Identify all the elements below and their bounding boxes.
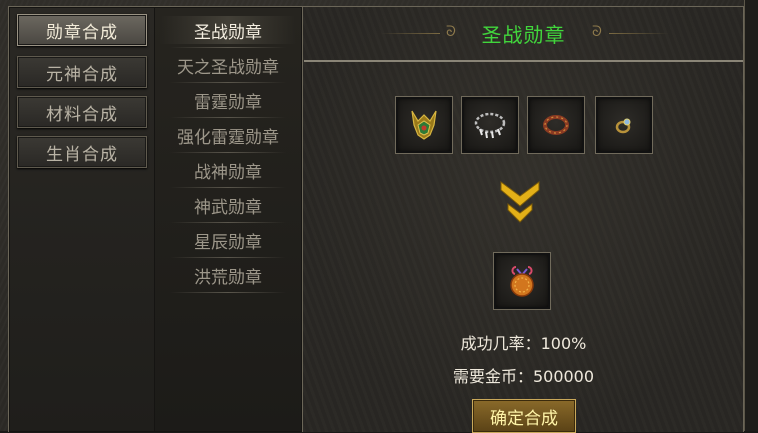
- bracelet-icon: [543, 115, 569, 135]
- medal-item[interactable]: 星辰勋章: [160, 226, 296, 258]
- medal-label: 雷霆勋章: [194, 92, 262, 113]
- necklace-icon: [474, 112, 506, 139]
- medal-label: 战神勋章: [194, 162, 262, 183]
- scroll-ornament-icon: ᘐ: [592, 24, 602, 40]
- header-divider: [304, 60, 743, 62]
- material-slot[interactable]: [527, 96, 585, 154]
- material-slot[interactable]: [461, 96, 519, 154]
- category-label: 勋章合成: [46, 22, 118, 43]
- category-material-synthesis[interactable]: 材料合成: [17, 96, 147, 128]
- material-slot[interactable]: [395, 96, 453, 154]
- medal-item[interactable]: 洪荒勋章: [160, 261, 296, 293]
- category-spirit-synthesis[interactable]: 元神合成: [17, 56, 147, 88]
- medal-label: 天之圣战勋章: [177, 57, 279, 78]
- category-medal-synthesis[interactable]: 勋章合成: [17, 14, 147, 46]
- gold-cost-text: 需要金币：500000: [452, 367, 595, 386]
- result-slot[interactable]: [493, 252, 551, 310]
- medal-label: 洪荒勋章: [194, 267, 262, 288]
- divider: [170, 47, 286, 48]
- window-edge: [744, 0, 758, 431]
- medal-icon: [510, 266, 534, 297]
- panel-title: 圣战勋章: [481, 22, 566, 47]
- medal-item[interactable]: 圣战勋章: [160, 16, 296, 48]
- medal-label: 强化雷霆勋章: [177, 127, 279, 148]
- medal-item[interactable]: 战神勋章: [160, 156, 296, 188]
- divider: [170, 222, 286, 223]
- medal-item[interactable]: 神武勋章: [160, 191, 296, 223]
- medal-label: 圣战勋章: [194, 22, 262, 43]
- divider: [170, 152, 286, 153]
- confirm-synthesis-button[interactable]: 确定合成: [472, 399, 576, 433]
- success-rate-text: 成功几率：100%: [460, 334, 587, 353]
- category-label: 材料合成: [46, 104, 118, 125]
- divider: [170, 257, 286, 258]
- category-label: 生肖合成: [46, 144, 118, 165]
- medal-item[interactable]: 强化雷霆勋章: [160, 121, 296, 153]
- material-slot[interactable]: [595, 96, 653, 154]
- divider: [170, 292, 286, 293]
- medal-label: 神武勋章: [194, 197, 262, 218]
- scroll-ornament-icon: ᘐ: [446, 24, 456, 40]
- panel-header: ᘐ 圣战勋章 ᘐ: [304, 7, 743, 59]
- confirm-label: 确定合成: [490, 408, 558, 429]
- title-ornament-line-right: [609, 33, 669, 34]
- category-zodiac-synthesis[interactable]: 生肖合成: [17, 136, 147, 168]
- medal-label: 星辰勋章: [194, 232, 262, 253]
- title-ornament-line-left: [380, 33, 440, 34]
- divider: [170, 187, 286, 188]
- medal-item[interactable]: 天之圣战勋章: [160, 51, 296, 83]
- helmet-icon: [411, 110, 437, 140]
- chevron-down-icon: [500, 181, 540, 223]
- medal-item[interactable]: 雷霆勋章: [160, 86, 296, 118]
- divider: [170, 117, 286, 118]
- category-label: 元神合成: [46, 64, 118, 85]
- divider: [170, 82, 286, 83]
- ring-icon: [615, 118, 631, 134]
